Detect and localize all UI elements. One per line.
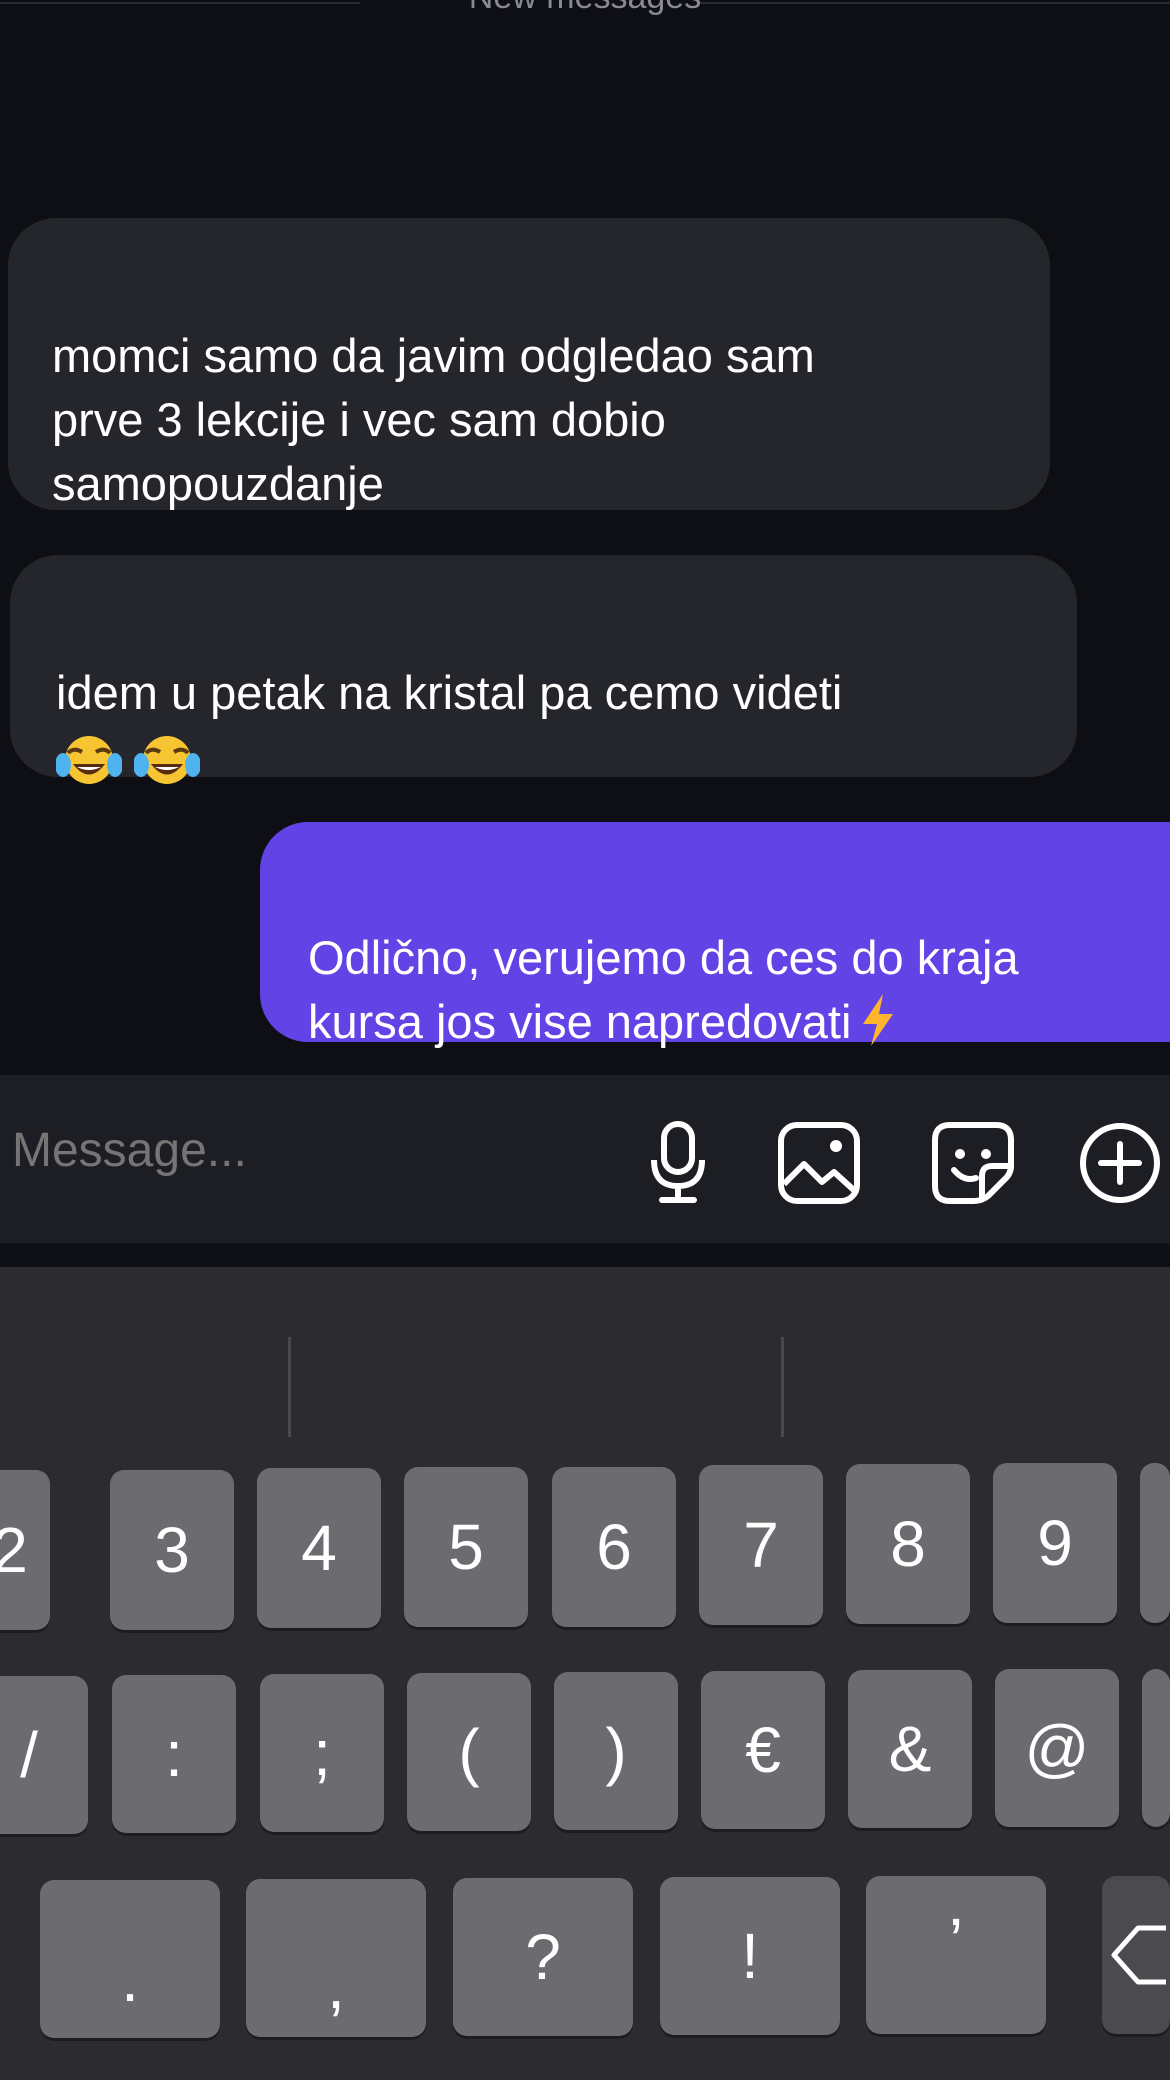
key-colon[interactable]: : [112, 1675, 236, 1833]
chat-area: New messages momci samo da javim odgleda… [0, 0, 1170, 1075]
gallery-button[interactable] [771, 1115, 867, 1211]
key-period[interactable]: . [40, 1880, 220, 2038]
key-2[interactable]: 2 [0, 1470, 50, 1630]
key-3[interactable]: 3 [110, 1470, 234, 1630]
suggestion-bar [0, 1267, 1170, 1437]
plus-circle-icon [1080, 1123, 1160, 1203]
sticker-icon [932, 1122, 1014, 1204]
tears-of-joy-emoji-icon [56, 736, 122, 784]
key-semicolon[interactable]: ; [260, 1674, 384, 1832]
suggestion-divider [781, 1337, 784, 1437]
key-9[interactable]: 9 [993, 1463, 1117, 1623]
key-slash[interactable]: / [0, 1676, 88, 1834]
key-5[interactable]: 5 [404, 1467, 528, 1627]
key-7[interactable]: 7 [699, 1465, 823, 1625]
delete-icon [1111, 1925, 1166, 1985]
message-input[interactable] [12, 1123, 572, 1178]
key-comma[interactable]: , [246, 1879, 426, 2037]
key-right-paren[interactable]: ) [554, 1672, 678, 1830]
separator-line [700, 2, 1170, 4]
message-text: idem u petak na kristal pa cemo videti [56, 666, 843, 719]
add-button[interactable] [1072, 1115, 1168, 1211]
keyboard: 2 3 4 5 6 7 8 9 / : ; ( ) € & @ . , ? ! … [0, 1243, 1170, 2080]
key-exclamation[interactable]: ! [660, 1877, 840, 2035]
keyboard-gap [0, 1243, 1170, 1267]
key-8[interactable]: 8 [846, 1464, 970, 1624]
key-6[interactable]: 6 [552, 1467, 676, 1627]
message-text: Odlično, verujemo da ces do kraja kursa … [308, 931, 1019, 1048]
incoming-message-bubble[interactable]: momci samo da javim odgledao sam prve 3 … [8, 218, 1050, 510]
key-left-paren[interactable]: ( [407, 1673, 531, 1831]
key-0[interactable] [1140, 1463, 1170, 1623]
incoming-message-bubble[interactable]: idem u petak na kristal pa cemo videti [10, 555, 1077, 784]
outgoing-message-bubble[interactable]: Odlično, verujemo da ces do kraja kursa … [260, 822, 1170, 1048]
tears-of-joy-emoji-icon [134, 736, 200, 784]
suggestion-divider [288, 1337, 291, 1437]
key-euro[interactable]: € [701, 1671, 825, 1829]
key-quote[interactable] [1142, 1669, 1170, 1827]
key-apostrophe[interactable]: ’ [866, 1876, 1046, 2034]
high-voltage-emoji-icon [863, 994, 894, 1046]
microphone-button[interactable] [630, 1115, 726, 1211]
image-icon [778, 1122, 860, 1204]
delete-key[interactable] [1102, 1876, 1170, 2034]
sticker-button[interactable] [925, 1115, 1021, 1211]
microphone-icon [651, 1121, 705, 1203]
key-question[interactable]: ? [453, 1878, 633, 2036]
message-text: momci samo da javim odgledao sam prve 3 … [52, 329, 815, 510]
message-composer [0, 1075, 1170, 1243]
key-at[interactable]: @ [995, 1669, 1119, 1827]
key-4[interactable]: 4 [257, 1468, 381, 1628]
key-ampersand[interactable]: & [848, 1670, 972, 1828]
